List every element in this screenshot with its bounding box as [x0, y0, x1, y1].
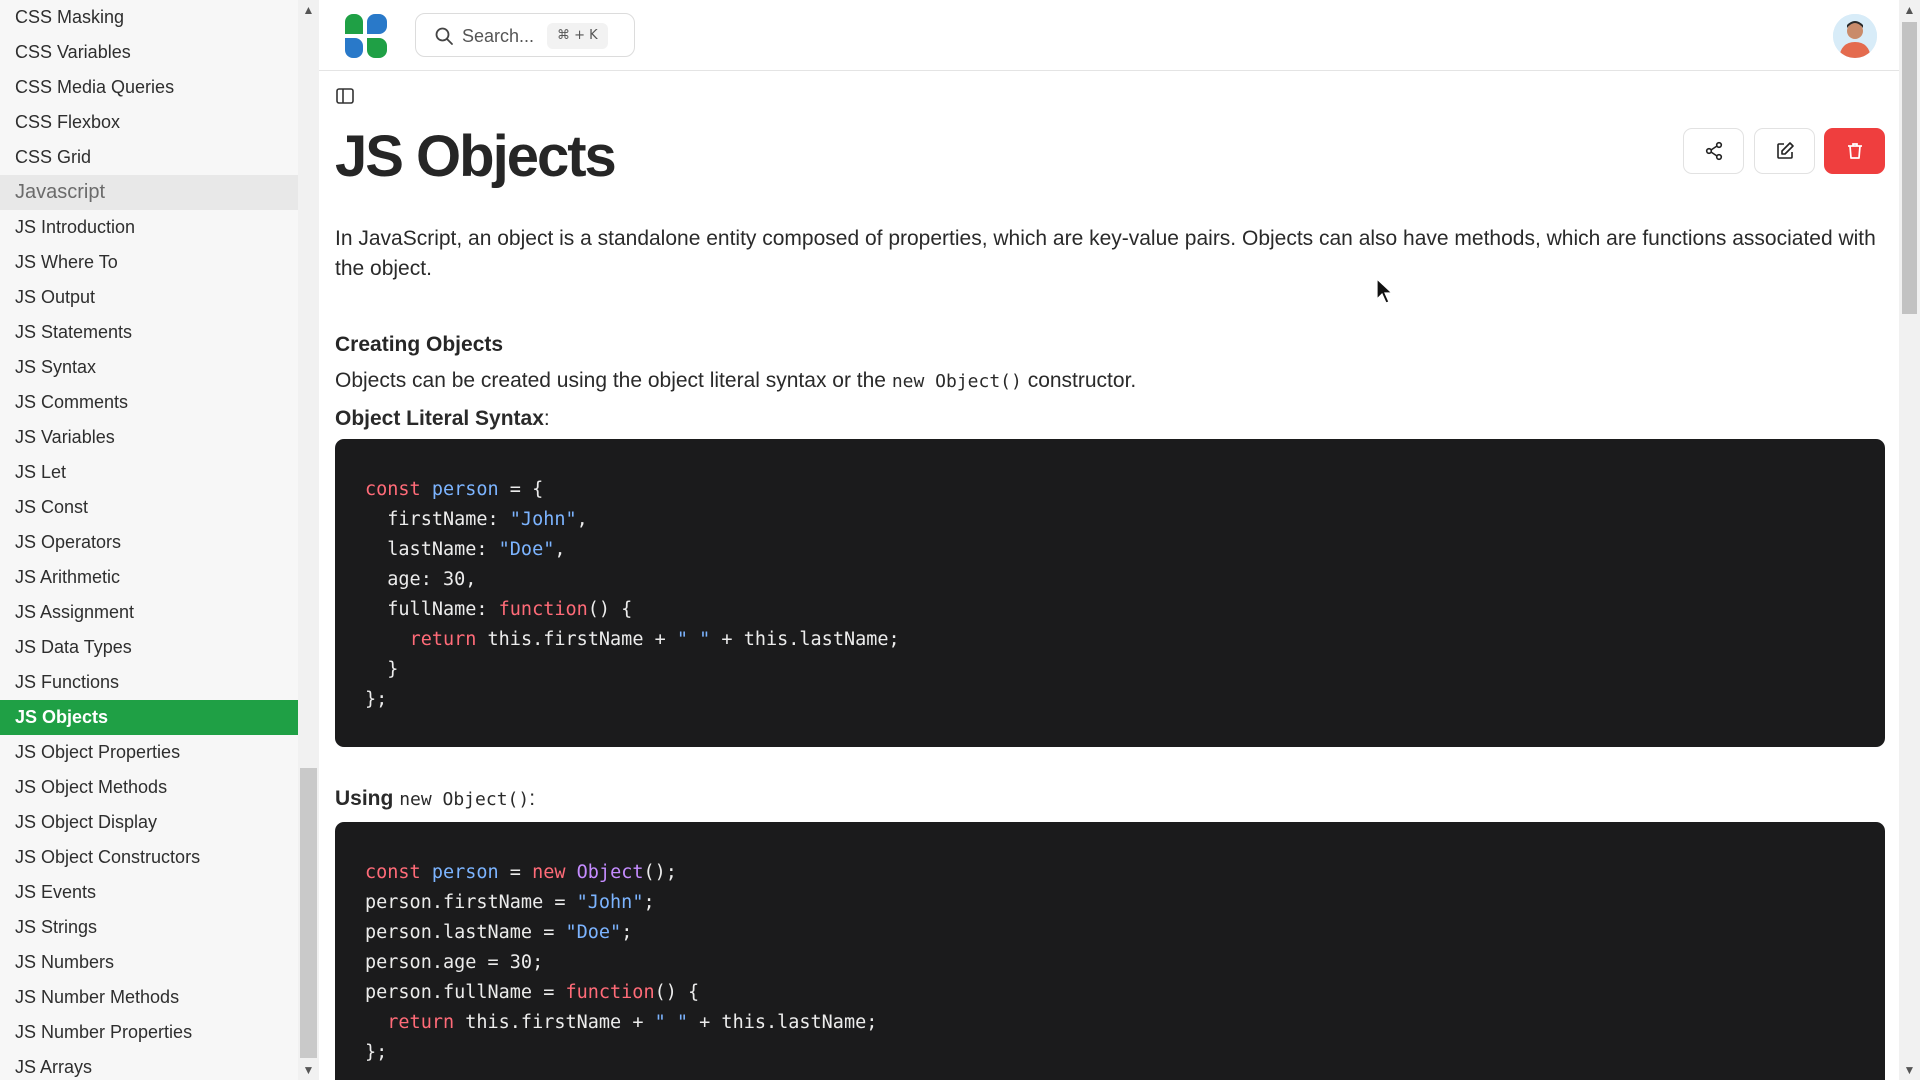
- sidebar-scroll-thumb[interactable]: [300, 768, 317, 1058]
- user-avatar[interactable]: [1833, 14, 1877, 58]
- clover-logo-icon[interactable]: [341, 12, 389, 60]
- sidebar-item[interactable]: CSS Variables: [0, 35, 298, 70]
- sidebar-item[interactable]: JS Const: [0, 490, 298, 525]
- sidebar-item[interactable]: JS Objects: [0, 700, 298, 735]
- edit-icon: [1776, 142, 1794, 159]
- delete-button[interactable]: [1824, 128, 1885, 174]
- code-line: const person = new Object();: [365, 862, 677, 883]
- code-line: person.age = 30;: [365, 952, 544, 973]
- sidebar-item[interactable]: JS Statements: [0, 315, 298, 350]
- code-line: lastName: "Doe",: [365, 539, 566, 560]
- code-line: person.lastName = "Doe";: [365, 922, 633, 943]
- code-line: };: [365, 1042, 388, 1063]
- article-content: JS Objects In JavaScript, an object is a…: [335, 71, 1885, 1080]
- edit-button[interactable]: [1754, 128, 1815, 174]
- code-block-literal[interactable]: const person = { firstName: "John", last…: [335, 439, 1885, 747]
- sidebar-item[interactable]: JS Number Methods: [0, 980, 298, 1015]
- sidebar-scrollbar[interactable]: ▲ ▼: [298, 0, 319, 1080]
- text-segment: Objects can be created using the object …: [335, 369, 892, 392]
- top-header: Search... ⌘ + K: [319, 0, 1899, 71]
- page-scrollbar[interactable]: ▲ ▼: [1899, 0, 1920, 1080]
- sidebar-item[interactable]: JS Arithmetic: [0, 560, 298, 595]
- creating-objects-text: Objects can be created using the object …: [335, 369, 1136, 393]
- creating-objects-heading: Creating Objects: [335, 333, 504, 356]
- sidebar-item[interactable]: JS Syntax: [0, 350, 298, 385]
- constructor-syntax-label: Using new Object():: [335, 787, 535, 811]
- sidebar-item[interactable]: JS Variables: [0, 420, 298, 455]
- sidebar-item[interactable]: JS Object Properties: [0, 735, 298, 770]
- intro-paragraph: In JavaScript, an object is a standalone…: [335, 227, 1876, 280]
- sidebar-item[interactable]: JS Events: [0, 875, 298, 910]
- colon: :: [529, 787, 536, 810]
- literal-syntax-heading: Object Literal Syntax: [335, 407, 544, 430]
- sidebar-item[interactable]: JS Object Display: [0, 805, 298, 840]
- sidebar-item[interactable]: CSS Flexbox: [0, 105, 298, 140]
- sidebar-item[interactable]: JS Numbers: [0, 945, 298, 980]
- search-input[interactable]: Search... ⌘ + K: [415, 13, 635, 57]
- sidebar-nav: CSS Masking CSS Variables CSS Media Querie…: [0, 0, 298, 1080]
- sidebar-item[interactable]: CSS Media Queries: [0, 70, 298, 105]
- code-line: firstName: "John",: [365, 509, 588, 530]
- code-line: const person = {: [365, 479, 544, 500]
- sidebar-toggle-icon[interactable]: [335, 86, 357, 108]
- sidebar-item[interactable]: CSS Grid: [0, 140, 298, 175]
- sidebar-item[interactable]: JS Data Types: [0, 630, 298, 665]
- page-scroll-up-icon[interactable]: ▲: [1899, 0, 1920, 20]
- code-line: }: [365, 659, 399, 680]
- text-segment: constructor.: [1021, 369, 1137, 392]
- share-button[interactable]: [1683, 128, 1744, 174]
- article-actions: [1683, 128, 1885, 174]
- sidebar-item[interactable]: JS Comments: [0, 385, 298, 420]
- search-shortcut-badge: ⌘ + K: [547, 23, 608, 49]
- search-icon: [435, 27, 453, 45]
- mouse-cursor-icon: [1376, 278, 1394, 304]
- code-line: person.firstName = "John";: [365, 892, 655, 913]
- page-scroll-down-icon[interactable]: ▼: [1899, 1060, 1920, 1080]
- using-heading: Using: [335, 787, 394, 810]
- sidebar-item[interactable]: JS Strings: [0, 910, 298, 945]
- trash-icon: [1847, 143, 1862, 159]
- sidebar-item[interactable]: JS Introduction: [0, 210, 298, 245]
- page-title: JS Objects: [335, 124, 617, 189]
- literal-syntax-label: Object Literal Syntax:: [335, 407, 550, 431]
- sidebar-section-javascript[interactable]: Javascript: [0, 175, 298, 210]
- code-line: return this.firstName + " " + this.lastN…: [409, 629, 900, 650]
- inline-code: new Object(): [399, 789, 530, 810]
- colon: :: [543, 407, 550, 430]
- sidebar-item[interactable]: CSS Masking: [0, 0, 298, 35]
- sidebar-item[interactable]: JS Where To: [0, 245, 298, 280]
- code-line: };: [365, 689, 388, 710]
- sidebar-item[interactable]: JS Output: [0, 280, 298, 315]
- sidebar-item[interactable]: JS Assignment: [0, 595, 298, 630]
- code-line: age: 30,: [365, 569, 477, 590]
- sidebar-item[interactable]: JS Object Constructors: [0, 840, 298, 875]
- sidebar-item[interactable]: JS Number Properties: [0, 1015, 298, 1050]
- page-scroll-thumb[interactable]: [1902, 22, 1917, 314]
- scroll-down-arrow-icon[interactable]: ▼: [298, 1060, 319, 1080]
- code-line: return this.firstName + " " + this.lastN…: [387, 1012, 878, 1033]
- sidebar-item[interactable]: JS Object Methods: [0, 770, 298, 805]
- search-placeholder: Search...: [462, 26, 535, 46]
- scroll-up-arrow-icon[interactable]: ▲: [298, 0, 319, 20]
- sidebar-item[interactable]: JS Operators: [0, 525, 298, 560]
- code-line: person.fullName = function() {: [365, 982, 700, 1003]
- share-icon: [1705, 141, 1722, 161]
- code-line: fullName: function() {: [365, 599, 633, 620]
- sidebar-item[interactable]: JS Functions: [0, 665, 298, 700]
- code-block-constructor[interactable]: const person = new Object(); person.first…: [335, 822, 1885, 1080]
- sidebar-item[interactable]: JS Let: [0, 455, 298, 490]
- inline-code: new Object(): [891, 371, 1022, 392]
- sidebar-item[interactable]: JS Arrays: [0, 1050, 298, 1080]
